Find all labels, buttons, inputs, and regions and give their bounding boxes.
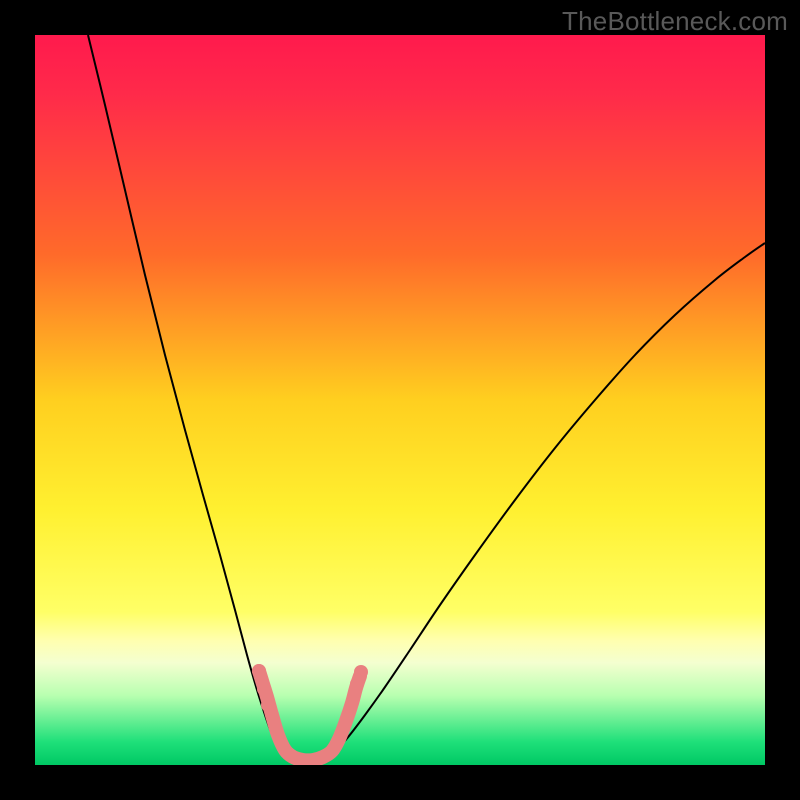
watermark-text: TheBottleneck.com xyxy=(562,6,788,37)
marker-dot xyxy=(350,677,364,691)
marker-dot xyxy=(261,698,275,712)
chart-svg xyxy=(35,35,765,765)
marker-dot xyxy=(257,682,271,696)
chart-frame: TheBottleneck.com xyxy=(0,0,800,800)
gradient-background xyxy=(35,35,765,765)
plot-area xyxy=(35,35,765,765)
marker-dot xyxy=(354,665,368,679)
marker-dot xyxy=(252,664,266,678)
